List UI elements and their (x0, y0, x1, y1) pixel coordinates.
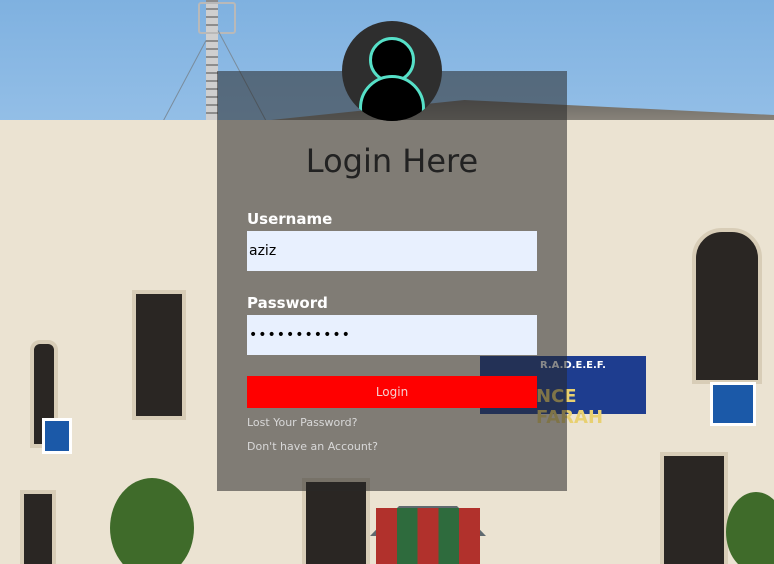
window (20, 490, 56, 564)
signup-link[interactable]: Don't have an Account? (247, 440, 378, 453)
kiosk (376, 508, 480, 564)
username-field[interactable] (247, 231, 537, 271)
door (660, 452, 728, 564)
username-label: Username (247, 210, 333, 228)
antenna-top (198, 2, 236, 34)
logo-plaque (710, 382, 756, 426)
password-field[interactable] (247, 315, 537, 355)
login-button[interactable]: Login (247, 376, 537, 408)
password-label: Password (247, 294, 328, 312)
window (132, 290, 186, 420)
avatar-body (359, 75, 425, 121)
user-icon (342, 21, 442, 121)
page-title: Login Here (305, 142, 479, 180)
logo-plaque (42, 418, 72, 454)
window (692, 228, 762, 384)
lost-password-link[interactable]: Lost Your Password? (247, 416, 357, 429)
